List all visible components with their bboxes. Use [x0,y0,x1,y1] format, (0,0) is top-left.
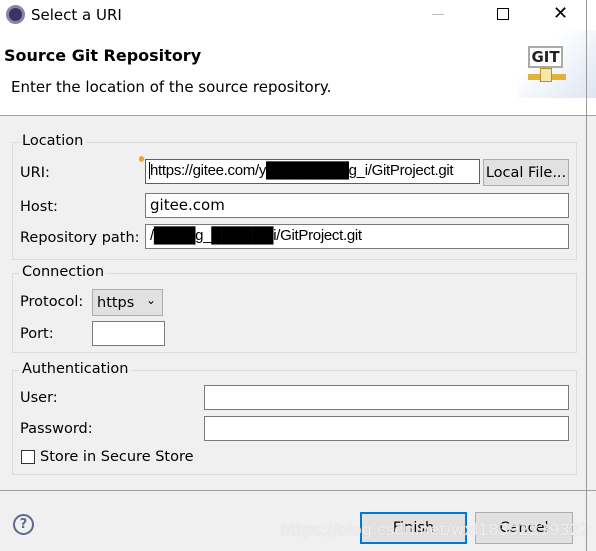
port-label: Port: [20,326,54,342]
watermark: https://blog.csdn.net/wxl18392239322 [280,520,591,539]
repository-path-label: Repository path: [20,230,140,246]
eclipse-app-icon [6,5,25,24]
port-input[interactable] [92,321,165,346]
page-title: Source Git Repository [4,46,202,65]
secure-store-checkbox[interactable] [21,450,35,464]
host-input[interactable]: gitee.com [145,193,569,218]
user-label: User: [20,390,58,406]
protocol-select[interactable]: https ⌄ [92,289,163,316]
git-logo-icon: GIT [518,30,596,98]
location-legend: Location [19,133,87,149]
uri-value: https://gitee.com/y████████g_i/GitProjec… [149,162,454,179]
local-file-button[interactable]: Local File... [483,159,569,186]
content-assist-icon [139,156,144,162]
uri-input[interactable]: https://gitee.com/y████████g_i/GitProjec… [145,159,480,184]
maximize-button[interactable] [497,8,509,20]
host-label: Host: [20,199,58,215]
protocol-label: Protocol: [20,294,84,310]
footer-separator [0,490,596,491]
chevron-down-icon: ⌄ [145,293,156,307]
password-input[interactable] [204,416,569,441]
password-label: Password: [20,421,93,437]
window-title: Select a URI [31,6,122,24]
wizard-header: Source Git Repository Enter the location… [0,30,596,116]
close-button[interactable]: ✕ [553,3,568,24]
page-description: Enter the location of the source reposit… [11,78,332,96]
user-input[interactable] [204,385,569,410]
uri-label: URI: [20,165,50,181]
minimize-button[interactable] [432,14,444,15]
title-bar: Select a URI ✕ [0,0,596,30]
secure-store-label[interactable]: Store in Secure Store [40,449,194,465]
help-icon[interactable]: ? [13,514,34,535]
window-edge [586,0,587,551]
connection-legend: Connection [19,264,108,280]
repository-path-value: /████g_██████i/GitProject.git [150,227,362,244]
authentication-legend: Authentication [19,361,132,377]
repository-path-input[interactable]: /████g_██████i/GitProject.git [145,224,569,249]
